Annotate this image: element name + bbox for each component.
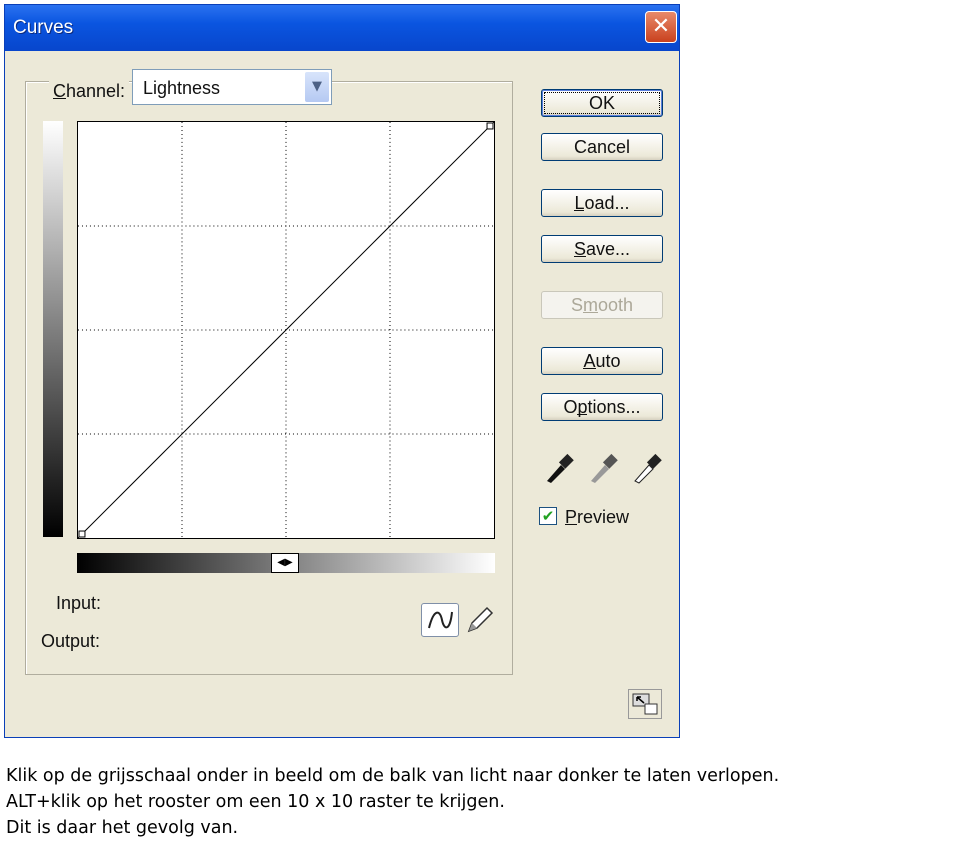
load-button[interactable]: Load... [541,189,663,217]
mnemonic-underline [577,414,588,415]
curve-line[interactable] [78,122,494,538]
mnemonic-underline [53,98,66,99]
mnemonic-underline [583,368,596,369]
mnemonic-underline [574,210,585,211]
curve-point[interactable] [486,122,494,130]
curve-tool-button[interactable] [421,603,459,637]
resize-icon [632,693,658,715]
close-icon[interactable]: ✕ [645,11,677,43]
mnemonic-underline [573,256,586,257]
gradient-toggle-handle[interactable]: ◀▶ [271,553,299,573]
auto-button[interactable]: Auto [541,347,663,375]
preview-label[interactable]: Preview [565,507,629,528]
curve-icon [428,611,453,629]
save-button[interactable]: Save... [541,235,663,263]
channel-label: Channel: [49,81,130,102]
channel-value: Lightness [143,78,221,98]
smooth-button[interactable]: Smooth [541,291,663,319]
window-title: Curves [13,17,74,38]
output-gradient-bar [43,121,63,537]
title-bar: Curves ✕ [5,5,679,51]
ok-button[interactable]: OK [541,89,663,117]
mnemonic-underline [582,312,598,313]
input-gradient-bar[interactable]: ◀▶ [77,553,495,573]
expand-view-button[interactable] [628,689,662,719]
preview-checkbox[interactable]: ✔ [539,507,557,525]
input-label: Input: [56,593,102,613]
curve-point[interactable] [78,530,86,538]
mnemonic-underline [565,524,578,525]
options-button[interactable]: Options... [541,393,663,421]
caption-line: ALT+klik op het rooster om een 10 x 10 r… [6,792,505,812]
curves-dialog: Curves ✕ Channel: Lightness ▼ ◀▶ Input: … [4,4,680,738]
cancel-button[interactable]: Cancel [541,133,663,161]
caption-line: Dit is daar het gevolg van. [6,818,239,838]
channel-select[interactable]: Lightness ▼ [132,69,332,105]
curve-graph[interactable] [77,121,495,539]
black-eyedropper-icon[interactable] [543,451,577,485]
gray-eyedropper-icon[interactable] [587,451,621,485]
output-label: Output: [41,631,101,651]
caption-line: Klik op de grijsschaal onder in beeld om… [6,766,780,786]
white-eyedropper-icon[interactable] [631,451,665,485]
pencil-icon[interactable] [463,605,495,637]
chevron-down-icon[interactable]: ▼ [305,72,329,102]
